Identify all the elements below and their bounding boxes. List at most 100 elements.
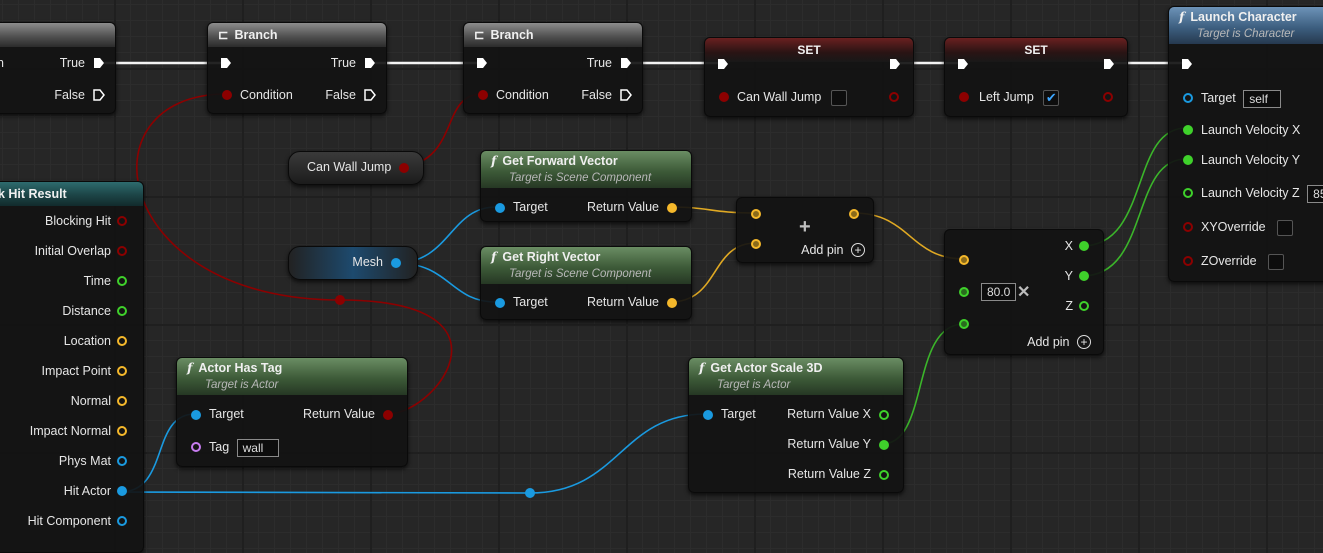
bool-out-pin[interactable]	[399, 163, 409, 173]
exec-in-pin[interactable]	[1181, 58, 1193, 70]
break-hit-pin-label: Blocking Hit	[45, 214, 111, 228]
true-label: True	[59, 56, 85, 70]
break-hit-pin-label: Time	[83, 274, 111, 288]
break-hit-pin[interactable]	[117, 456, 127, 466]
xy-override-pin[interactable]	[1183, 222, 1193, 232]
target-pin[interactable]	[703, 410, 713, 420]
target-pin[interactable]	[495, 298, 505, 308]
actor-has-tag-node[interactable]: f Actor Has Tag Target is Actor Target Re…	[176, 357, 408, 467]
add-pin-button[interactable]: Add pin +	[1027, 333, 1091, 351]
z-override-checkbox[interactable]	[1268, 253, 1285, 270]
float-out-y-pin[interactable]	[1079, 271, 1089, 281]
launch-velocity-z-field[interactable]: 85	[1307, 184, 1323, 203]
vector-out-pin[interactable]	[849, 209, 859, 219]
exec-out-pin[interactable]	[1103, 58, 1115, 70]
vector-multiply-node[interactable]: 80.0 ✕ X Y Z Add pin +	[944, 229, 1104, 355]
branch-node-2[interactable]: ⊏ Branch True Condition False	[463, 22, 643, 114]
xy-override-checkbox[interactable]	[1277, 219, 1294, 236]
exec-out-pin[interactable]	[889, 58, 901, 70]
exec-out-false-pin[interactable]	[364, 89, 376, 101]
break-hit-pin[interactable]	[117, 336, 127, 346]
exec-out-false-pin[interactable]	[620, 89, 632, 101]
condition-pin[interactable]	[222, 90, 232, 100]
target-label: Target	[1201, 91, 1236, 105]
set-node-can-wall-jump[interactable]: SET Can Wall Jump	[704, 37, 914, 117]
bool-in-pin[interactable]	[959, 92, 969, 102]
break-hit-pin[interactable]	[117, 516, 127, 526]
break-hit-pin[interactable]	[117, 426, 127, 436]
launch-velocity-x-label: Launch Velocity X	[1201, 123, 1301, 137]
exec-out-true-pin[interactable]	[620, 57, 632, 69]
float-in-pin-a[interactable]	[959, 287, 969, 297]
z-override-pin[interactable]	[1183, 256, 1193, 266]
float-out-x-pin[interactable]	[879, 410, 889, 420]
tag-label: Tag	[209, 440, 230, 454]
exec-in-pin[interactable]	[957, 58, 969, 70]
target-self-field[interactable]: self	[1243, 89, 1282, 108]
float-out-x-pin[interactable]	[1079, 241, 1089, 251]
get-right-vector-node[interactable]: f Get Right Vector Target is Scene Compon…	[480, 246, 692, 320]
break-hit-pin[interactable]	[117, 246, 127, 256]
break-hit-pin[interactable]	[117, 276, 127, 286]
break-hit-pin[interactable]	[117, 486, 127, 496]
out-x-label: X	[1064, 239, 1073, 253]
exec-out-false-pin[interactable]	[93, 89, 105, 101]
bool-in-pin[interactable]	[719, 92, 729, 102]
launch-character-node[interactable]: f Launch Character Target is Character Ta…	[1168, 6, 1323, 282]
float-in-pin-b[interactable]	[959, 319, 969, 329]
exec-out-true-pin[interactable]	[93, 57, 105, 69]
vector-in-pin-b[interactable]	[751, 239, 761, 249]
out-y-label: Y	[1064, 269, 1073, 283]
float-out-z-pin[interactable]	[1079, 301, 1089, 311]
target-pin[interactable]	[191, 410, 201, 420]
bool-out-pin[interactable]	[889, 92, 899, 102]
tag-pin[interactable]	[191, 442, 201, 452]
break-hit-pin-label: Distance	[62, 304, 111, 318]
break-hit-pin[interactable]	[117, 216, 127, 226]
launch-velocity-y-pin[interactable]	[1183, 155, 1193, 165]
branch-node-1[interactable]: ⊏ Branch True Condition False	[207, 22, 387, 114]
branch-node-partial[interactable]: h ition True False	[0, 22, 116, 114]
add-pin-button[interactable]: Add pin +	[801, 241, 865, 259]
condition-label: Condition	[496, 88, 549, 102]
launch-velocity-x-pin[interactable]	[1183, 125, 1193, 135]
launch-velocity-z-pin[interactable]	[1183, 188, 1193, 198]
get-actor-scale-node[interactable]: f Get Actor Scale 3D Target is Actor Targ…	[688, 357, 904, 493]
function-icon: f	[491, 249, 497, 264]
float-out-y-pin[interactable]	[879, 440, 889, 450]
vector-out-pin[interactable]	[667, 298, 677, 308]
set-node-left-jump[interactable]: SET Left Jump ✔	[944, 37, 1128, 117]
mesh-getter[interactable]: Mesh	[288, 246, 418, 280]
condition-pin[interactable]	[478, 90, 488, 100]
get-forward-vector-node[interactable]: f Get Forward Vector Target is Scene Comp…	[480, 150, 692, 222]
function-icon: f	[491, 153, 497, 168]
vector-in-pin[interactable]	[959, 255, 969, 265]
can-wall-jump-checkbox[interactable]	[830, 89, 847, 106]
tag-field[interactable]: wall	[236, 438, 279, 457]
vector-add-node[interactable]: + Add pin +	[736, 197, 874, 263]
vector-in-pin-a[interactable]	[751, 209, 761, 219]
target-pin[interactable]	[1183, 93, 1193, 103]
exec-in-pin[interactable]	[220, 57, 232, 69]
vector-out-pin[interactable]	[667, 203, 677, 213]
false-label: False	[54, 88, 85, 102]
break-hit-pin[interactable]	[117, 366, 127, 376]
target-label: Target	[209, 407, 244, 421]
exec-out-true-pin[interactable]	[364, 57, 376, 69]
break-hit-pin-label: Phys Mat	[58, 454, 111, 468]
add-symbol: +	[799, 216, 811, 238]
break-hit-pin[interactable]	[117, 396, 127, 406]
break-hit-pin[interactable]	[117, 306, 127, 316]
object-out-pin[interactable]	[391, 258, 401, 268]
multiplier-field[interactable]: 80.0	[981, 283, 1017, 301]
target-pin[interactable]	[495, 203, 505, 213]
bool-out-pin[interactable]	[1103, 92, 1113, 102]
exec-in-pin[interactable]	[476, 57, 488, 69]
left-jump-checkbox[interactable]: ✔	[1043, 89, 1060, 106]
break-hit-result-node[interactable]: ak Hit Result Blocking Hit Initial Overla…	[0, 181, 144, 553]
bool-out-pin[interactable]	[383, 410, 393, 420]
float-out-z-pin[interactable]	[879, 470, 889, 480]
exec-in-pin[interactable]	[717, 58, 729, 70]
can-wall-jump-getter[interactable]: Can Wall Jump	[288, 151, 424, 185]
getter-label: Mesh	[352, 255, 383, 269]
